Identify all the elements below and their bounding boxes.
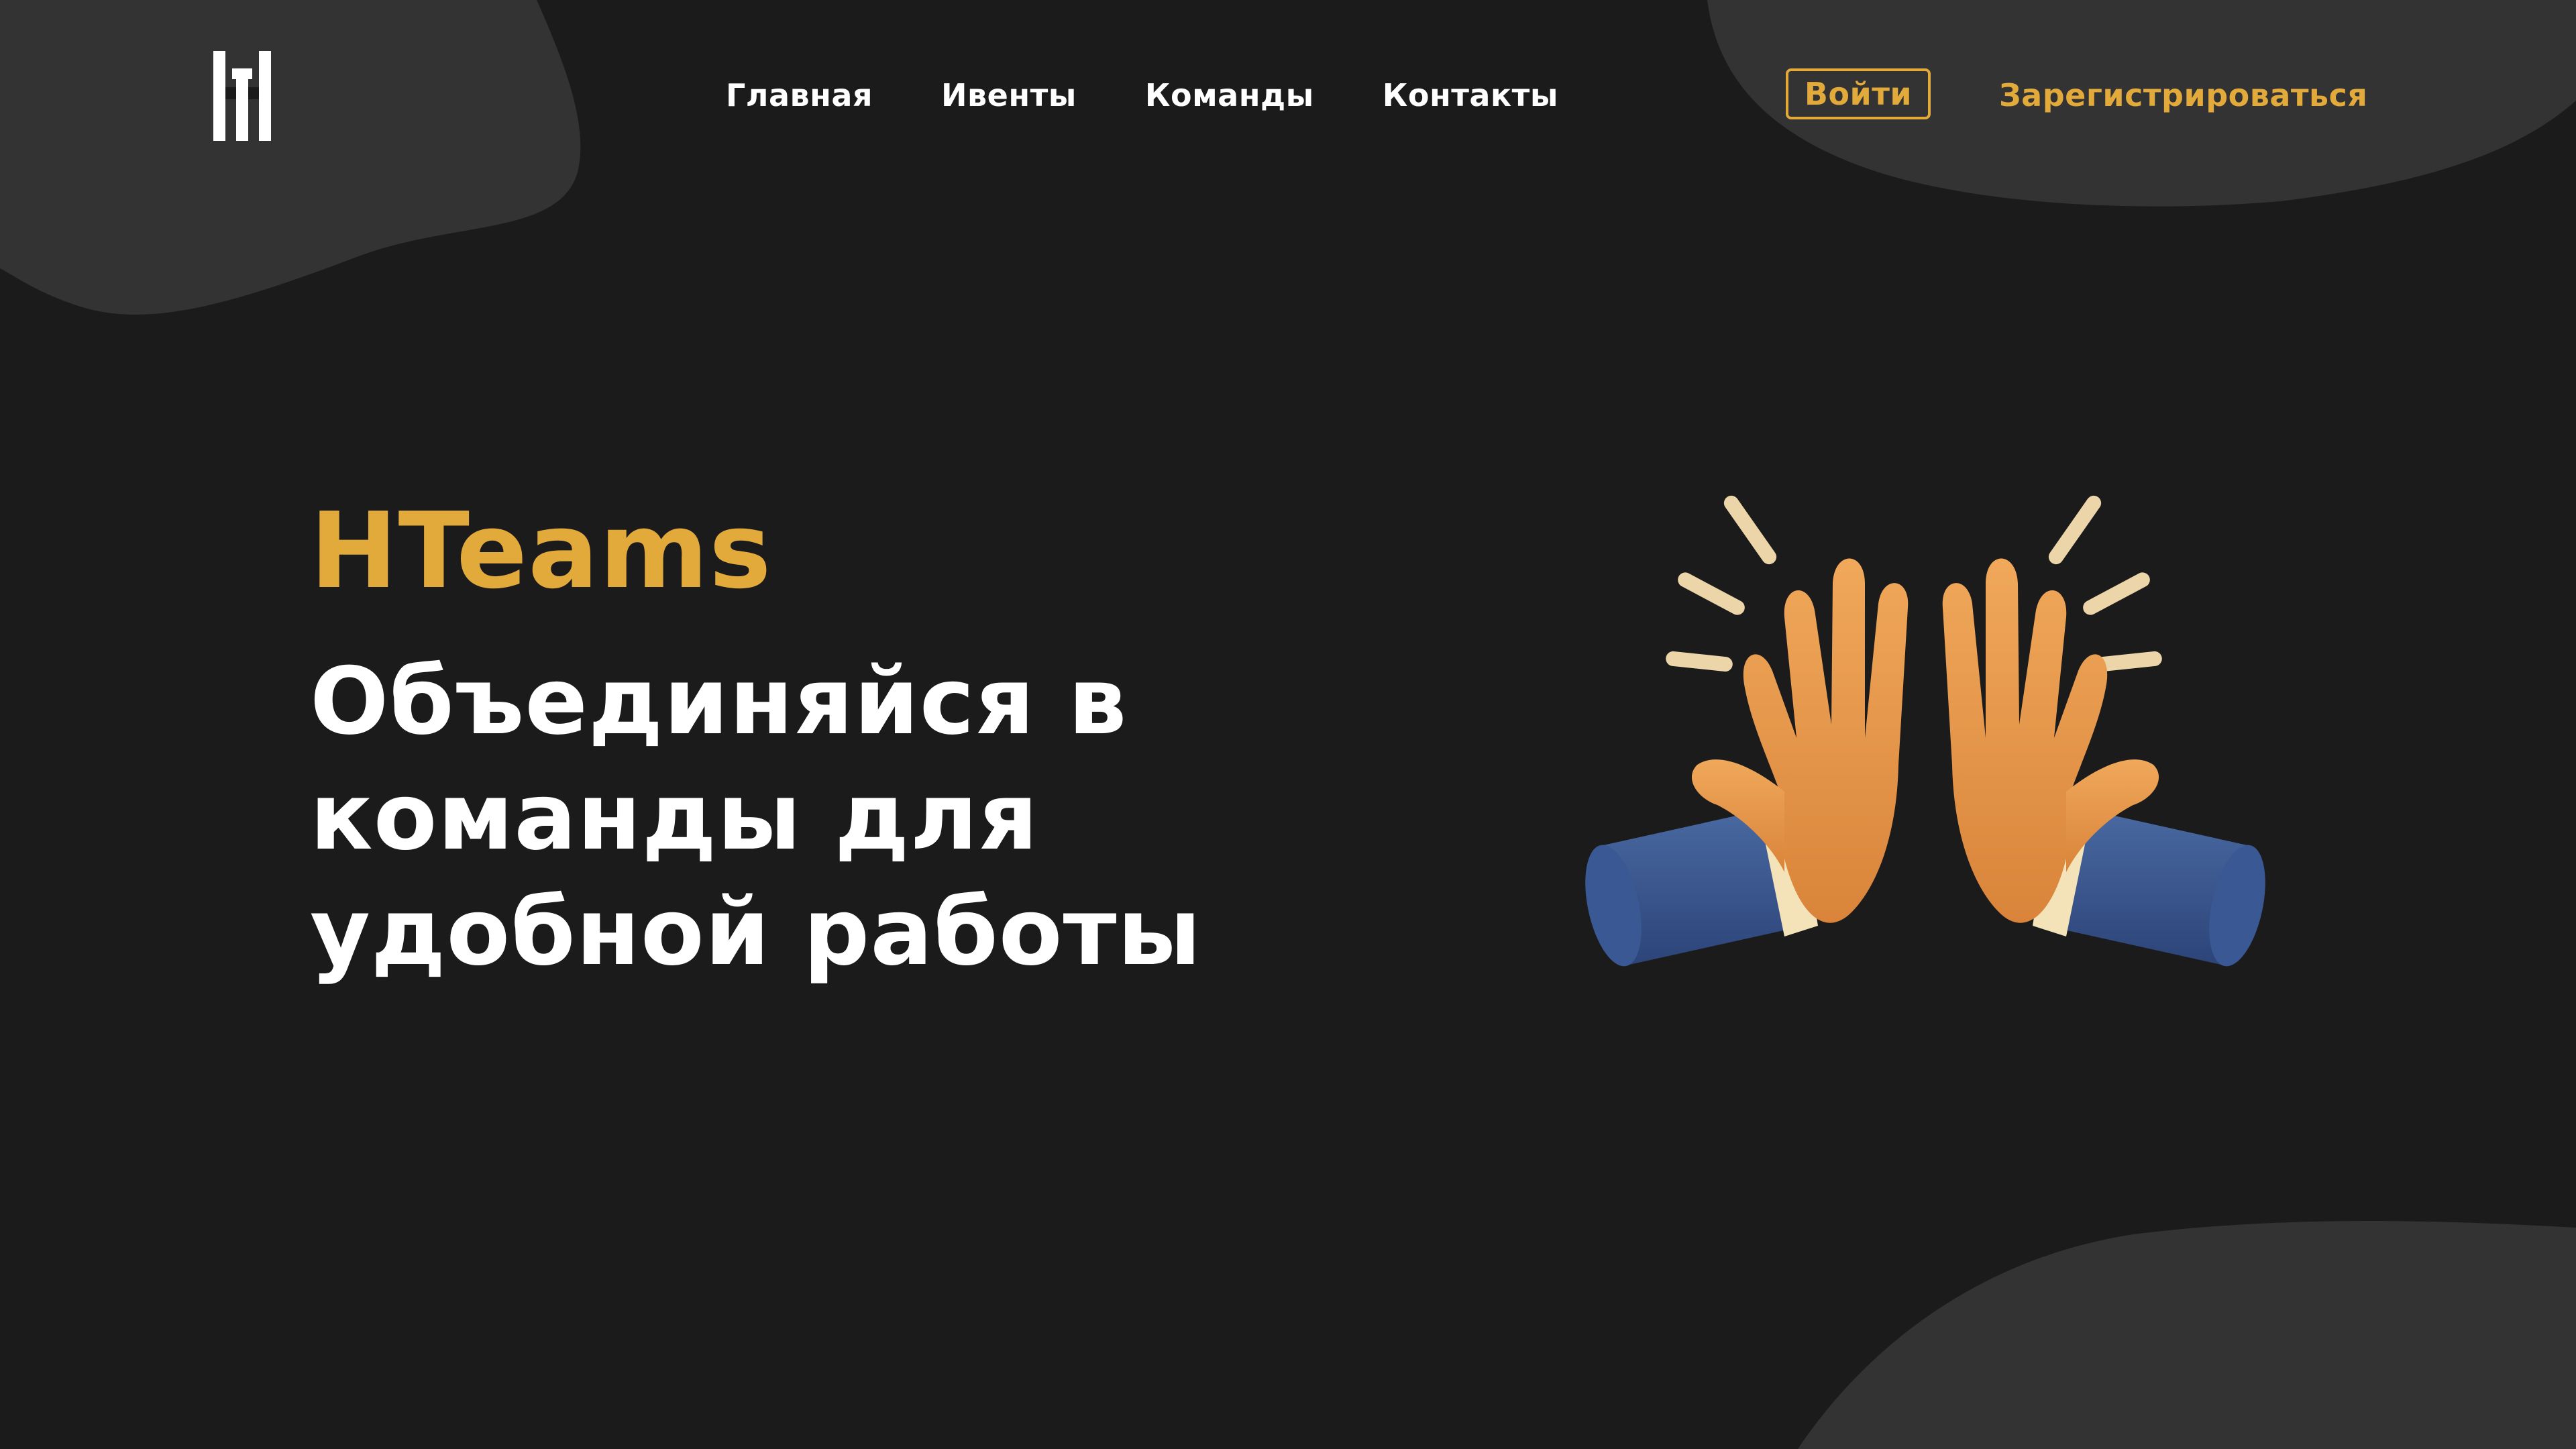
nav-item-teams[interactable]: Команды: [1145, 74, 1314, 117]
high-five-icon: [1585, 495, 2265, 967]
motion-lines-left: [1666, 495, 1777, 672]
login-button[interactable]: Войти: [1786, 68, 1931, 119]
landing-page: Главная Ивенты Команды Контакты Войти За…: [0, 0, 2576, 1449]
ht-logo-icon[interactable]: [213, 51, 271, 141]
main-nav: Главная Ивенты Команды Контакты: [726, 74, 1558, 117]
nav-item-home[interactable]: Главная: [726, 74, 873, 117]
top-left-blob: [0, 0, 581, 315]
bottom-right-blob: [1798, 1221, 2576, 1449]
hero-brand-title: HTeams: [310, 490, 772, 612]
register-link[interactable]: Зарегистрироваться: [1999, 74, 2367, 117]
nav-item-contacts[interactable]: Контакты: [1383, 74, 1558, 117]
nav-item-events[interactable]: Ивенты: [941, 74, 1077, 117]
hero-headline: Объединяйся в команды для удобной работы: [310, 647, 1202, 986]
